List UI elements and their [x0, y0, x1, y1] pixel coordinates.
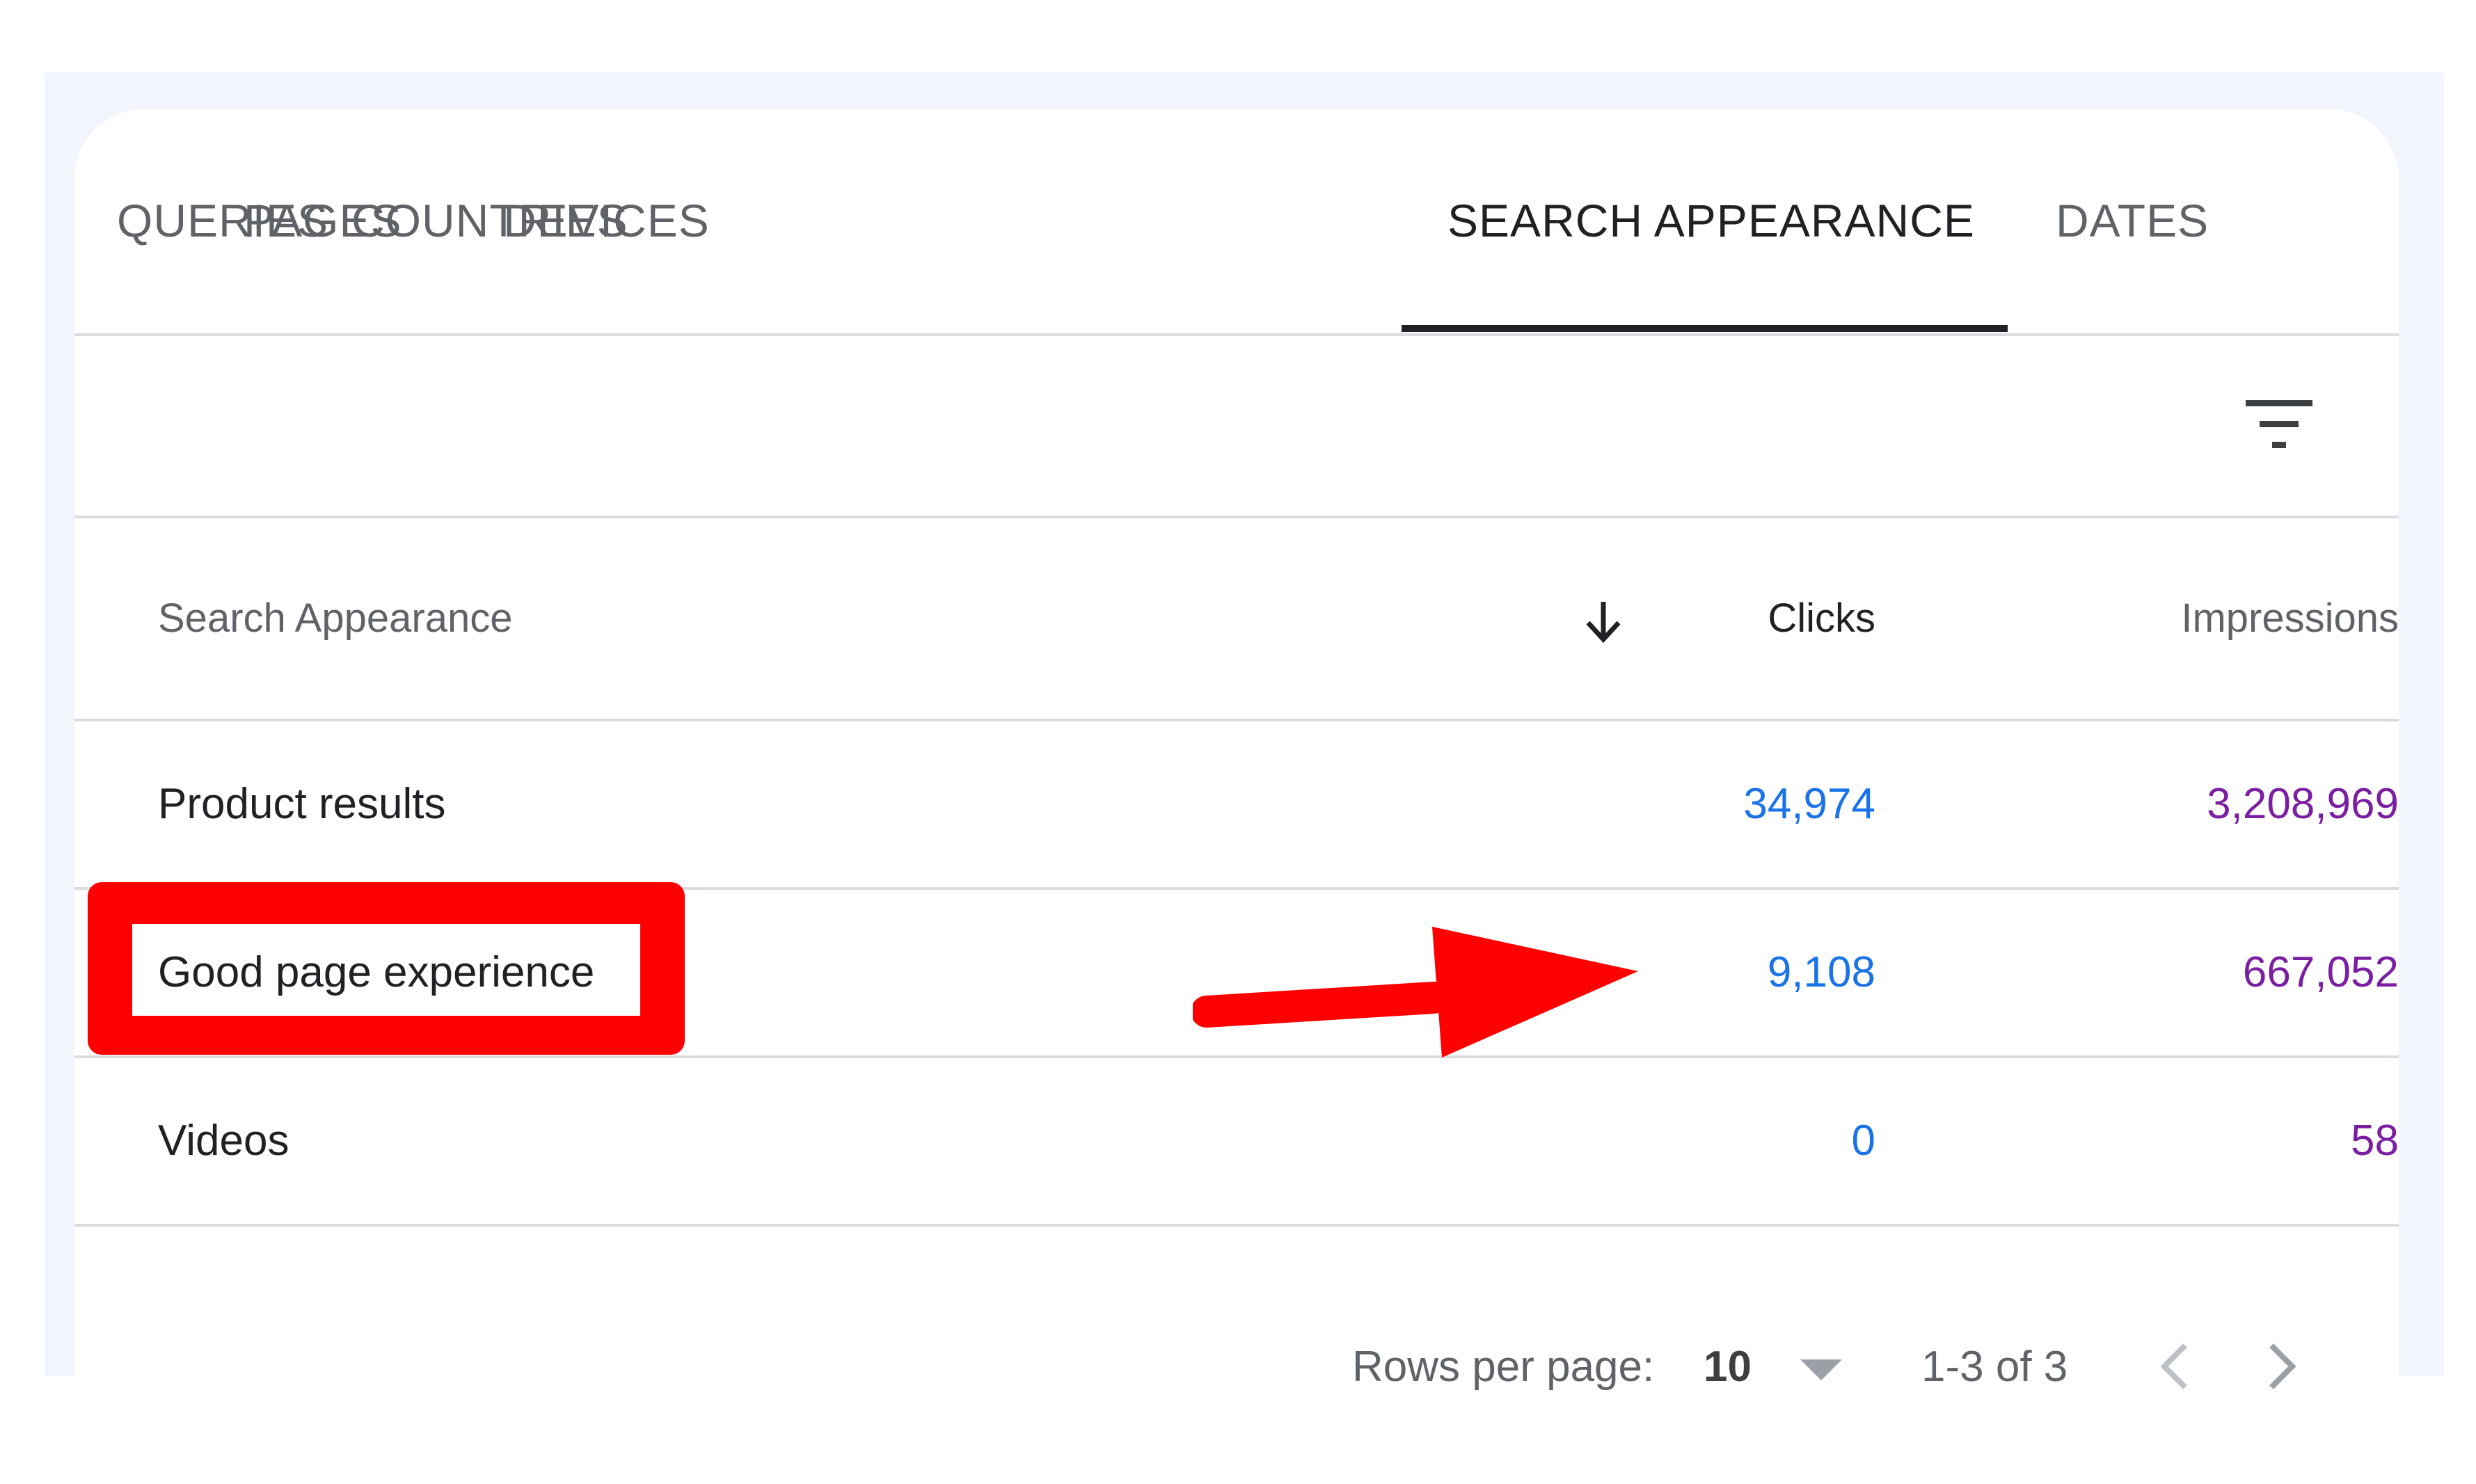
- dropdown-caret-icon[interactable]: [1800, 1357, 1842, 1382]
- chevron-left-icon[interactable]: [2150, 1339, 2200, 1394]
- arrow-down-icon[interactable]: [1582, 599, 1624, 644]
- row-impressions: 667,052: [2242, 948, 2399, 996]
- pagination-bar: Rows per page: 10 1-3 of 3: [74, 1309, 2399, 1421]
- column-header-impressions[interactable]: Impressions: [2120, 591, 2399, 646]
- dimension-tabs: QUERIES PAGES COUNTRIES DEVICES SEARCH A…: [74, 109, 2399, 336]
- tab-dates[interactable]: DATES: [2056, 193, 2209, 248]
- row-clicks: 34,974: [1743, 780, 1875, 828]
- rows-per-page-value[interactable]: 10: [1704, 1337, 1752, 1397]
- screenshot-canvas: QUERIES PAGES COUNTRIES DEVICES SEARCH A…: [0, 0, 2476, 1484]
- tab-search-appearance[interactable]: SEARCH APPEARANCE: [1447, 193, 1975, 248]
- report-card: QUERIES PAGES COUNTRIES DEVICES SEARCH A…: [74, 109, 2399, 1431]
- tab-devices[interactable]: DEVICES: [503, 193, 710, 248]
- column-header-search-appearance[interactable]: Search Appearance: [158, 591, 512, 646]
- active-tab-indicator: [1402, 325, 2008, 332]
- table-row[interactable]: Product results 34,974 3,208,969: [74, 721, 2399, 890]
- highlighted-row-label: Good page experience: [158, 948, 595, 996]
- table-filter-bar: [74, 336, 2399, 518]
- column-header-impressions-label: Impressions: [2181, 596, 2399, 641]
- table-row[interactable]: Videos 0 58: [74, 1058, 2399, 1227]
- row-clicks: 9,108: [1767, 948, 1875, 996]
- row-impressions: 3,208,969: [2207, 780, 2399, 828]
- row-name: Videos: [158, 1117, 289, 1165]
- rows-per-page-label: Rows per page:: [1352, 1343, 1655, 1391]
- filter-list-icon[interactable]: [2244, 400, 2314, 450]
- annotation-arrow-icon: [1191, 923, 1645, 1062]
- chevron-right-icon[interactable]: [2256, 1339, 2306, 1394]
- row-clicks: 0: [1851, 1117, 1875, 1165]
- row-name: Product results: [158, 780, 446, 828]
- row-impressions: 58: [2351, 1117, 2399, 1165]
- table-header: Search Appearance Clicks Impressions: [74, 518, 2399, 721]
- column-header-clicks[interactable]: Clicks: [1768, 591, 1875, 646]
- pagination-range: 1-3 of 3: [1921, 1343, 2068, 1391]
